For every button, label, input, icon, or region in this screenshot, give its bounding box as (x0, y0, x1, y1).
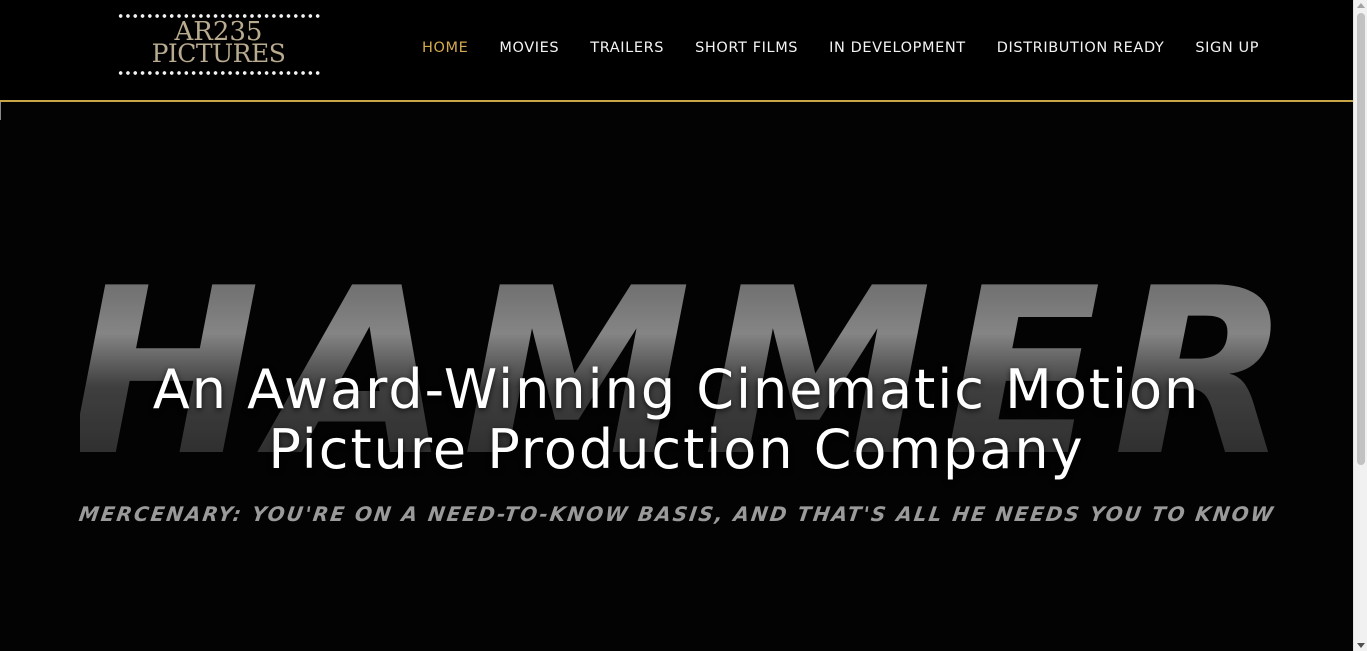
scrollbar-thumb[interactable] (1357, 13, 1365, 465)
hero-title: An Award-Winning Cinematic Motion Pictur… (0, 360, 1353, 480)
hero-title-line-1: An Award-Winning Cinematic Motion (152, 358, 1201, 421)
site-logo[interactable]: AR235 PICTURES (117, 13, 320, 76)
nav-distribution-ready[interactable]: DISTRIBUTION READY (997, 40, 1165, 60)
text-cursor-mark (0, 102, 1, 120)
nav-sign-up[interactable]: SIGN UP (1195, 40, 1259, 60)
nav-short-films[interactable]: SHORT FILMS (695, 40, 798, 60)
scroll-down-arrow-icon[interactable] (1357, 643, 1365, 648)
nav-trailers[interactable]: TRAILERS (590, 40, 664, 60)
nav-movies[interactable]: MOVIES (499, 40, 559, 60)
hero-background-tagline: MERCENARY: YOU'RE ON A NEED-TO-KNOW BASI… (77, 502, 1277, 526)
page: AR235 PICTURES HOME MOVIES TRAILERS SHOR… (0, 0, 1353, 651)
scroll-up-arrow-icon[interactable] (1357, 3, 1365, 8)
site-header: AR235 PICTURES HOME MOVIES TRAILERS SHOR… (0, 0, 1353, 102)
logo-line-2: PICTURES (151, 39, 286, 68)
hero-title-line-2: Picture Production Company (268, 418, 1085, 481)
film-strip-bottom (117, 70, 320, 76)
hero-section: HAMMER MERCENARY: YOU'RE ON A NEED-TO-KN… (0, 102, 1353, 651)
nav-in-development[interactable]: IN DEVELOPMENT (829, 40, 966, 60)
vertical-scrollbar[interactable] (1353, 0, 1367, 651)
nav-home[interactable]: HOME (422, 40, 468, 60)
logo-text: AR235 PICTURES (117, 19, 320, 68)
main-nav: HOME MOVIES TRAILERS SHORT FILMS IN DEVE… (422, 40, 1259, 60)
